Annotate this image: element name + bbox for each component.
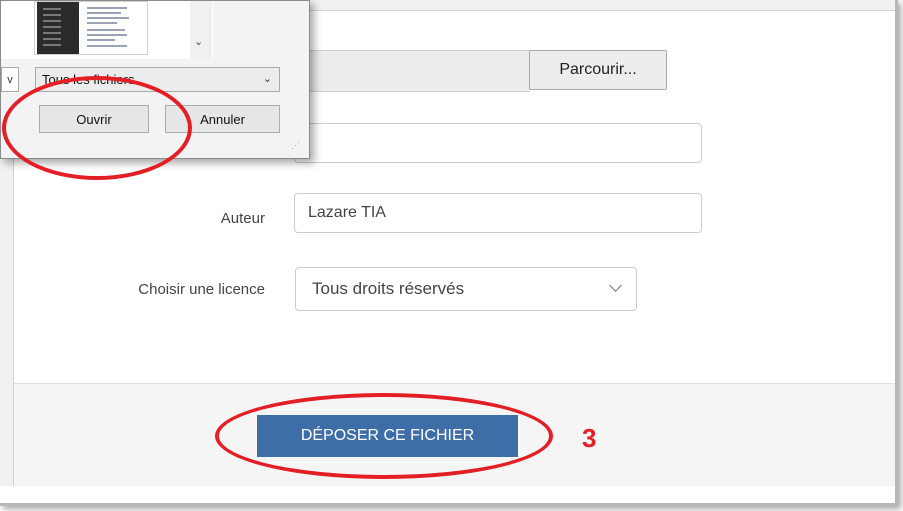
file-path-field[interactable] [290,50,530,92]
file-thumbnail[interactable] [34,1,148,55]
license-select[interactable]: Tous droits réservés [295,267,637,311]
file-preview-area: ⌄ [1,1,213,59]
annotation-ellipse-submit [215,393,553,479]
view-dropdown-chevron: v [7,73,13,86]
license-label: Choisir une licence [138,281,265,298]
preview-scrollbar[interactable] [190,1,212,59]
chevron-down-icon: ⌄ [262,73,272,85]
thumbnail-sidebar [37,2,79,54]
annotation-ellipse-open [2,76,192,180]
browse-button[interactable]: Parcourir... [529,50,667,90]
author-input[interactable]: Lazare TIA [294,193,702,233]
chevron-down-icon[interactable]: ⌄ [194,35,203,48]
author-label: Auteur [220,210,265,227]
view-dropdown[interactable]: v [1,67,19,92]
chevron-down-icon [609,279,622,292]
page-bottom-edge [0,486,895,503]
title-input[interactable] [294,123,702,163]
annotation-step-number: 3 [582,423,597,453]
license-select-value: Tous droits réservés [312,279,465,298]
resize-grip-icon[interactable]: ⋰ [291,140,300,151]
